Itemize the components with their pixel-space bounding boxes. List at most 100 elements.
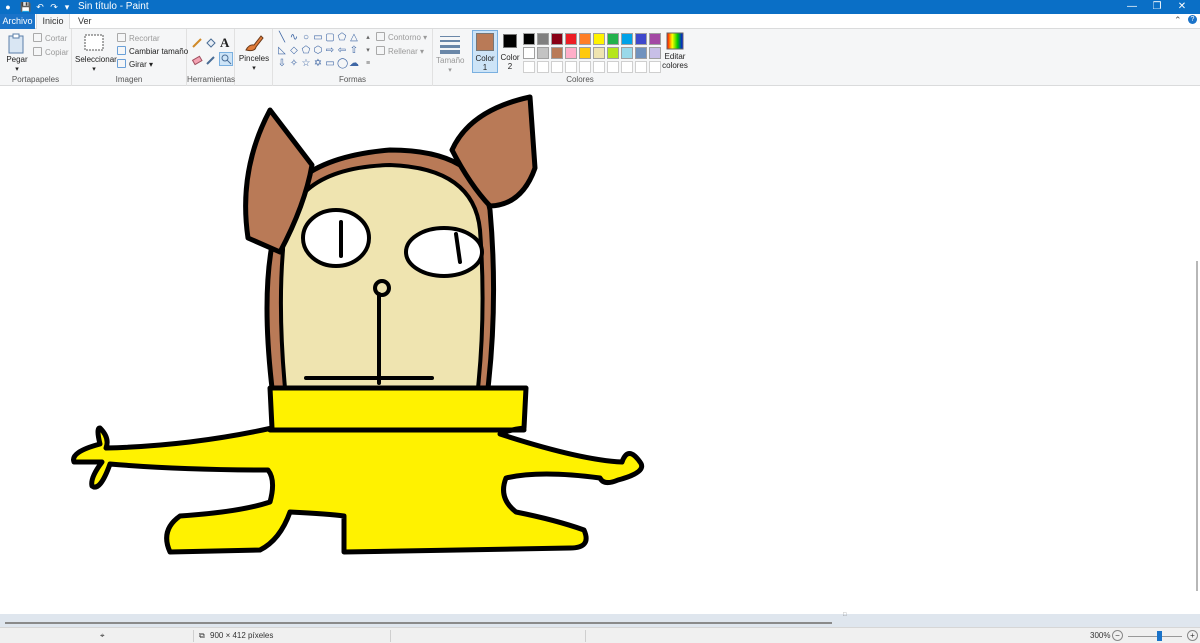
color2-button[interactable]: Color 2 (499, 34, 521, 71)
undo-icon[interactable]: ↶ (34, 1, 46, 13)
custom-color-slot[interactable] (621, 61, 633, 73)
palette-swatch[interactable] (537, 47, 549, 59)
custom-color-slot[interactable] (579, 61, 591, 73)
down-arrow-shape-icon[interactable]: ⇩ (277, 59, 287, 69)
palette-swatch[interactable] (523, 47, 535, 59)
palette-swatch[interactable] (635, 47, 647, 59)
copy-button[interactable]: Copiar (33, 47, 69, 59)
paste-icon (6, 33, 28, 54)
maximize-button[interactable]: ❐ (1145, 0, 1169, 14)
color-picker-icon[interactable] (205, 54, 217, 66)
collapse-ribbon-icon[interactable]: ⌃ (1174, 15, 1182, 26)
minimize-button[interactable]: — (1120, 0, 1144, 14)
paint-app-icon[interactable]: ● (2, 1, 14, 13)
canvas-resize-handle[interactable]: □ (843, 612, 847, 618)
redo-icon[interactable]: ↷ (48, 1, 60, 13)
palette-swatch[interactable] (593, 47, 605, 59)
zoom-in-button[interactable]: + (1187, 630, 1198, 641)
image-group: Seleccionar ▾ Recortar Cambiar tamaño Gir… (72, 29, 188, 86)
expand-shapes-icon[interactable]: ≡ (363, 59, 373, 69)
fill-button[interactable]: Rellenar ▾ (376, 46, 424, 58)
palette-swatch[interactable] (621, 33, 633, 45)
palette-swatch[interactable] (579, 33, 591, 45)
horizontal-scrollbar[interactable]: □ (0, 612, 1200, 627)
zoom-slider-track[interactable] (1128, 636, 1182, 637)
up-arrow-shape-icon[interactable]: ⇧ (349, 46, 359, 56)
line-shape-icon[interactable]: ╲ (277, 33, 287, 43)
palette-swatch[interactable] (565, 47, 577, 59)
rounded-rectangle-shape-icon[interactable]: ▢ (325, 33, 335, 43)
rotate-button[interactable]: Girar ▾ (117, 59, 153, 71)
customize-quick-access-icon[interactable]: ▾ (61, 1, 73, 13)
palette-swatch[interactable] (593, 33, 605, 45)
tab-inicio[interactable]: Inicio (36, 14, 70, 30)
palette-swatch[interactable] (579, 47, 591, 59)
crop-button[interactable]: Recortar (117, 33, 160, 45)
select-button[interactable]: Seleccionar ▾ (75, 33, 117, 74)
diamond-shape-icon[interactable]: ◇ (289, 46, 299, 56)
brushes-button[interactable]: Pinceles ▾ (238, 32, 270, 73)
horizontal-scroll-thumb[interactable] (5, 622, 832, 624)
hexagon-shape-icon[interactable]: ⬡ (313, 46, 323, 56)
curve-shape-icon[interactable]: ∿ (289, 33, 299, 43)
outline-button[interactable]: Contorno ▾ (376, 32, 427, 44)
cut-button[interactable]: Cortar (33, 33, 67, 45)
custom-color-slot[interactable] (593, 61, 605, 73)
custom-color-slot[interactable] (537, 61, 549, 73)
edit-colors-label: Editar colores (662, 52, 688, 70)
pentagon-shape-icon[interactable]: ⬠ (301, 46, 311, 56)
four-point-star-shape-icon[interactable]: ✧ (289, 59, 299, 69)
custom-color-slot[interactable] (635, 61, 647, 73)
edit-colors-button[interactable]: Editar colores (660, 32, 690, 70)
canvas-area[interactable] (0, 86, 1200, 614)
custom-color-slot[interactable] (565, 61, 577, 73)
palette-swatch[interactable] (565, 33, 577, 45)
six-point-star-shape-icon[interactable]: ✡ (313, 59, 323, 69)
close-button[interactable]: ✕ (1170, 0, 1194, 14)
save-icon[interactable]: 💾 (20, 1, 32, 13)
custom-color-slot[interactable] (551, 61, 563, 73)
zoom-slider-thumb[interactable] (1157, 631, 1162, 641)
scroll-down-icon[interactable]: ▾ (363, 46, 373, 56)
polygon-shape-icon[interactable]: ⬠ (337, 33, 347, 43)
oval-shape-icon[interactable]: ○ (301, 33, 311, 43)
rounded-callout-shape-icon[interactable]: ▭ (325, 59, 335, 69)
text-tool-icon[interactable]: A (220, 35, 229, 51)
palette-swatch[interactable] (551, 33, 563, 45)
help-icon[interactable]: ? (1188, 15, 1197, 24)
tab-archivo[interactable]: Archivo (0, 14, 35, 29)
palette-swatch[interactable] (523, 33, 535, 45)
rectangle-shape-icon[interactable]: ▭ (313, 33, 323, 43)
crop-icon (117, 33, 126, 42)
paste-button[interactable]: Pegar ▾ (3, 33, 31, 74)
pencil-icon[interactable] (191, 37, 203, 49)
palette-swatch[interactable] (537, 33, 549, 45)
size-button[interactable]: Tamaño ▾ (436, 34, 464, 75)
triangle-shape-icon[interactable]: △ (349, 33, 359, 43)
palette-swatch[interactable] (621, 47, 633, 59)
cloud-callout-shape-icon[interactable]: ☁ (349, 59, 359, 69)
vertical-scroll-thumb[interactable] (1196, 261, 1198, 591)
custom-color-slot[interactable] (523, 61, 535, 73)
palette-swatch[interactable] (607, 33, 619, 45)
palette-swatch[interactable] (551, 47, 563, 59)
oval-callout-shape-icon[interactable]: ◯ (337, 59, 348, 69)
drawing-canvas[interactable] (0, 86, 1200, 614)
magnifier-icon[interactable] (219, 52, 233, 66)
eraser-icon[interactable] (191, 54, 203, 66)
fill-bucket-icon[interactable] (205, 37, 217, 49)
resize-button[interactable]: Cambiar tamaño (117, 46, 188, 58)
palette-swatch[interactable] (607, 47, 619, 59)
color1-button[interactable]: Color 1 (472, 30, 498, 73)
custom-color-slot[interactable] (607, 61, 619, 73)
scroll-up-icon[interactable]: ▴ (363, 33, 373, 43)
right-triangle-shape-icon[interactable]: ◺ (277, 46, 287, 56)
palette-swatch[interactable] (635, 33, 647, 45)
tab-ver[interactable]: Ver (72, 14, 98, 29)
zoom-out-button[interactable]: − (1112, 630, 1123, 641)
right-arrow-shape-icon[interactable]: ⇨ (325, 46, 335, 56)
left-arrow-shape-icon[interactable]: ⇦ (337, 46, 347, 56)
vertical-scrollbar[interactable] (1194, 86, 1200, 614)
outline-label: Contorno (388, 33, 421, 42)
five-point-star-shape-icon[interactable]: ☆ (301, 59, 311, 69)
